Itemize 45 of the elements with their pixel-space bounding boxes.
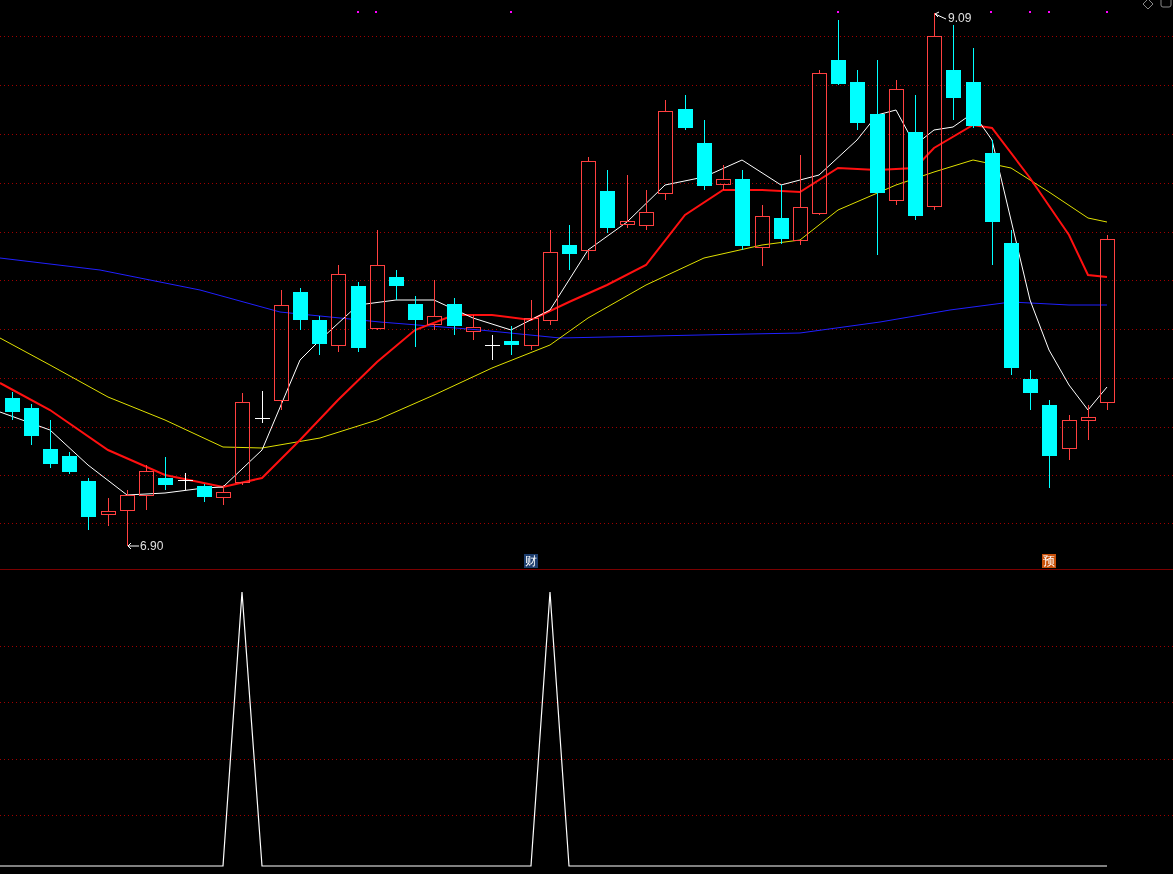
diamond-icon[interactable] xyxy=(1142,0,1154,10)
arrow-icon xyxy=(934,11,947,20)
candlestick xyxy=(755,204,770,267)
candlestick xyxy=(216,484,231,506)
candlestick xyxy=(427,279,442,331)
low-price-label: 6.90 xyxy=(140,539,164,553)
candlestick xyxy=(120,489,135,547)
candlestick xyxy=(351,281,366,353)
candlestick xyxy=(1023,369,1038,411)
candlestick xyxy=(484,334,501,361)
candlestick xyxy=(62,451,77,475)
candlestick xyxy=(408,295,423,348)
candlestick xyxy=(293,287,308,331)
candlestick xyxy=(43,419,58,469)
candlestick xyxy=(774,184,789,245)
candlestick xyxy=(716,164,731,191)
candlestick xyxy=(1081,404,1096,441)
candlestick xyxy=(177,472,194,491)
candlestick xyxy=(197,483,212,503)
candlestick xyxy=(620,174,635,229)
candlestick xyxy=(101,497,116,527)
candlestick xyxy=(1062,414,1077,461)
candlestick xyxy=(158,456,173,491)
event-marker: 预 xyxy=(1042,554,1056,568)
candlestick xyxy=(447,297,462,336)
candlestick xyxy=(5,391,20,421)
candlestick xyxy=(466,314,481,341)
candlestick xyxy=(678,94,693,131)
candlestick xyxy=(697,119,712,191)
event-marker: 财 xyxy=(524,554,538,568)
candlestick xyxy=(389,269,404,301)
candlestick xyxy=(562,224,577,271)
candlestick xyxy=(24,403,39,446)
arrow-icon xyxy=(127,542,140,550)
candlestick xyxy=(850,69,865,131)
candlestick xyxy=(139,464,154,511)
candlestick xyxy=(524,299,539,351)
candlestick xyxy=(504,325,519,356)
candlestick xyxy=(312,315,327,356)
candlestick xyxy=(81,477,96,531)
candlestick xyxy=(254,390,271,424)
high-price-label: 9.09 xyxy=(948,11,972,25)
candlestick xyxy=(600,169,615,234)
candlestick xyxy=(639,189,654,231)
candlestick xyxy=(831,19,846,86)
